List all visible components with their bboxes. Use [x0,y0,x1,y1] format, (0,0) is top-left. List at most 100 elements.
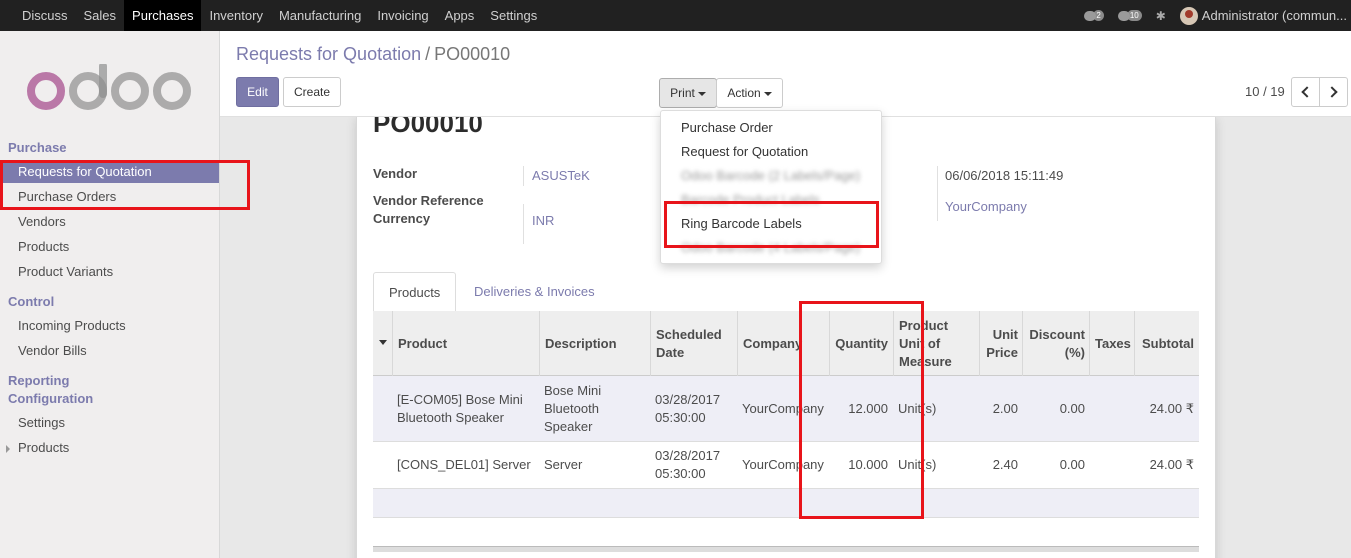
vendor-label: Vendor [373,166,418,181]
cell-discount: 0.00 [1059,400,1085,416]
vendor-reference-label: Vendor Reference [373,193,484,208]
table-row[interactable]: [CONS_DEL01] Server Server 03/28/2017 05… [373,442,1199,489]
caret-down-icon [763,91,772,96]
tab-deliveries-invoices[interactable]: Deliveries & Invoices [459,272,610,312]
header-uom[interactable]: Product Unit of Measure [893,311,980,376]
messaging-button[interactable]: 10 [1117,10,1142,21]
action-label: Action [727,86,761,100]
cell-scheduled-date: 03/28/2017 05:30:00 [655,391,721,425]
print-item-rfq[interactable]: Request for Quotation [681,144,808,159]
cell-product: [E-COM05] Bose Mini Bluetooth Speaker [397,391,523,425]
control-panel: Requests for Quotation / PO00010 Edit Crea… [220,31,1351,117]
sidebar-item-purchase-orders[interactable]: Purchase Orders [0,186,219,208]
print-item-purchase-order[interactable]: Purchase Order [681,120,773,135]
sort-caret-icon[interactable] [379,340,387,345]
header-quantity[interactable]: Quantity [829,311,893,376]
sidebar-item-vendor-bills[interactable]: Vendor Bills [0,340,219,362]
print-item-ring-barcode-labels[interactable]: Ring Barcode Labels [681,216,802,231]
top-navbar: Discuss Sales Purchases Inventory Manufa… [0,0,1351,31]
field-divider [523,204,524,244]
notebook-tabs: Products Deliveries & Invoices [373,272,1199,312]
menu-purchases[interactable]: Purchases [124,0,202,31]
cell-unit-price: 2.40 [992,457,1018,472]
caret-right-icon [6,445,10,453]
sidebar-item-config-products[interactable]: Products [0,437,219,459]
cell-description: Bose Mini Bluetooth Speaker [544,382,602,434]
caret-down-icon [697,91,706,96]
systray: 2 10 ✱ Administrator (commun... [1070,0,1347,31]
menu-inventory[interactable]: Inventory [201,0,270,31]
cell-taxes [1089,376,1135,441]
header-discount[interactable]: Discount (%) [1022,311,1090,376]
cell-uom: Unit(s) [898,400,937,416]
chat-icon [1117,10,1130,21]
breadcrumb-separator: / [425,44,431,64]
vendor-value[interactable]: ASUSTeK [532,168,590,183]
print-item-barcode-2[interactable]: Odoo Barcode (2 Labels/Page) [681,168,860,183]
activity-icon [1084,10,1097,21]
sidebar-item-vendors[interactable]: Vendors [0,211,219,233]
chevron-left-icon [1301,86,1313,98]
currency-value[interactable]: INR [532,213,554,228]
cell-company: YourCompany [742,457,824,472]
activity-button[interactable]: 2 [1084,10,1104,21]
menu-apps[interactable]: Apps [437,0,483,31]
pager-next-button[interactable] [1319,77,1348,107]
create-button[interactable]: Create [283,77,341,107]
breadcrumb: Requests for Quotation / PO00010 [236,44,510,65]
header-description[interactable]: Description [539,311,650,376]
app-menu: Discuss Sales Purchases Inventory Manufa… [14,0,545,31]
cell-unit-price: 2.00 [992,400,1018,416]
header-company[interactable]: Company [737,311,830,376]
action-dropdown-button[interactable]: Action [716,78,783,108]
tab-products[interactable]: Products [373,272,456,312]
header-product[interactable]: Product [392,311,540,376]
menu-invoicing[interactable]: Invoicing [369,0,436,31]
breadcrumb-parent[interactable]: Requests for Quotation [236,44,421,64]
cell-subtotal: 24.00 ₹ [1149,400,1194,416]
print-dropdown-menu: Purchase Order Request for Quotation Odo… [660,110,882,264]
avatar [1179,6,1198,25]
header-unit-price[interactable]: Unit Price [979,311,1023,376]
page-title: PO00010 [373,117,483,138]
user-menu[interactable]: Administrator (commun... [1179,6,1347,25]
section-purchase: Purchase [8,140,67,155]
menu-settings[interactable]: Settings [482,0,545,31]
table-footer [373,546,1199,552]
print-label: Print [670,86,695,100]
print-dropdown-button[interactable]: Print [659,78,717,108]
header-scheduled-date[interactable]: Scheduled Date [650,311,738,376]
sidebar-item-label: Products [18,440,70,455]
print-item-barcode-product-labels[interactable]: Barcode Product Labels [681,192,820,207]
odoo-logo [27,64,191,110]
sidebar-item-products[interactable]: Products [0,236,219,258]
pager-value[interactable]: 10 / 19 [1245,84,1285,99]
chevron-right-icon [1326,86,1338,98]
header-taxes[interactable]: Taxes [1089,311,1135,376]
menu-manufacturing[interactable]: Manufacturing [271,0,369,31]
pager-previous-button[interactable] [1291,77,1320,107]
sidebar-item-product-variants[interactable]: Product Variants [0,261,219,283]
cell-company: YourCompany [742,400,824,416]
breadcrumb-current: PO00010 [434,44,511,64]
table-row[interactable]: [E-COM05] Bose Mini Bluetooth Speaker Bo… [373,376,1199,442]
sidebar-item-settings[interactable]: Settings [0,412,219,434]
print-item-barcode-4[interactable]: Odoo Barcode (4 Labels/Page) [681,240,860,255]
section-configuration: Configuration [8,391,94,406]
edit-button[interactable]: Edit [236,77,279,107]
menu-sales[interactable]: Sales [76,0,125,31]
header-subtotal[interactable]: Subtotal [1134,311,1199,376]
cell-uom: Unit(s) [898,457,937,472]
sidebar-item-rfq[interactable]: Requests for Quotation [0,161,219,183]
sidebar-item-incoming-products[interactable]: Incoming Products [0,315,219,337]
menu-discuss[interactable]: Discuss [14,0,76,31]
sidebar: Purchase Requests for Quotation Purchase… [0,31,220,558]
field-divider [523,166,524,186]
cell-description: Server [544,457,583,472]
company-value[interactable]: YourCompany [945,199,1027,214]
section-reporting[interactable]: Reporting [8,373,69,388]
debug-button[interactable]: ✱ [1156,9,1166,23]
table-empty-row[interactable] [373,489,1199,518]
cell-taxes [1089,442,1135,488]
user-name: Administrator (commun... [1201,8,1347,23]
